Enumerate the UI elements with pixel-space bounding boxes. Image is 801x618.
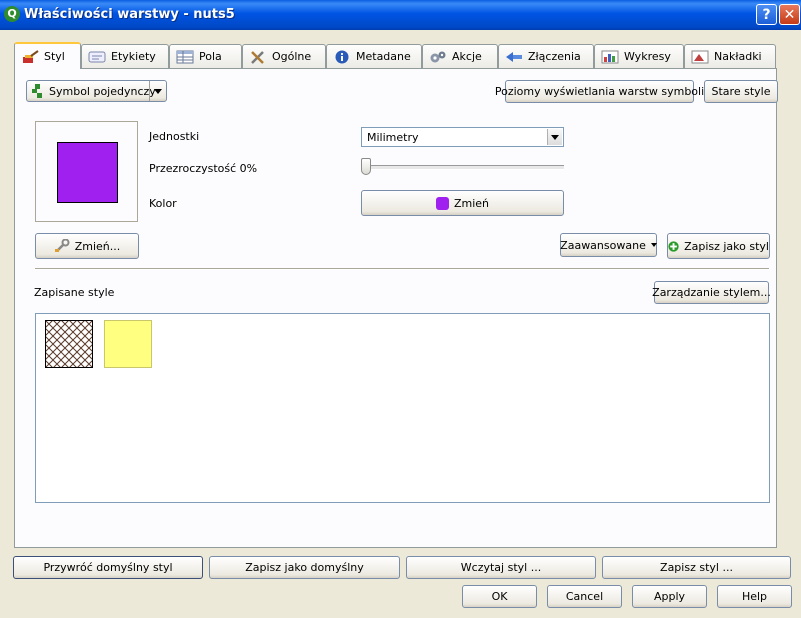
transparency-slider[interactable] [361, 157, 564, 177]
renderer-select[interactable]: Symbol pojedynczy [26, 80, 167, 102]
units-select[interactable]: Milimetry [361, 127, 564, 147]
close-button[interactable]: ✕ [779, 4, 800, 25]
tab-label: Ogólne [272, 50, 312, 63]
gears-icon [430, 51, 446, 62]
slider-track [363, 165, 564, 170]
tab-label: Wykresy [624, 50, 671, 63]
units-value: Milimetry [367, 131, 419, 144]
chevron-down-icon [149, 81, 166, 101]
chevron-down-icon [547, 129, 562, 145]
join-icon [506, 51, 522, 62]
old-style-button[interactable]: Stare style [704, 80, 778, 103]
tab-pola[interactable]: Pola [169, 44, 242, 68]
wrench-icon [54, 239, 70, 252]
tab-label: Metadane [356, 50, 411, 63]
overlay-icon [691, 50, 709, 63]
qgis-icon: Q [4, 6, 20, 22]
renderer-value: Symbol pojedynczy [49, 84, 156, 98]
saved-styles-label: Zapisane style [34, 286, 115, 299]
single-symbol-icon [32, 84, 42, 98]
window-title: Właściwości warstwy - nuts5 [24, 7, 235, 22]
change-button-label: Zmień... [74, 239, 121, 253]
label-icon [88, 51, 106, 62]
hatch-swatch [45, 320, 93, 368]
symbol-levels-button[interactable]: Poziomy wyświetlania warstw symboli [495, 80, 704, 103]
help-button[interactable]: Help [717, 585, 792, 608]
save-as-style-button[interactable]: Zapisz jako styl [667, 233, 770, 259]
color-swatch [435, 196, 449, 210]
tab-zlaczenia[interactable]: Złączenia [498, 44, 594, 68]
tab-label: Złączenia [528, 50, 581, 63]
table-icon [176, 50, 194, 63]
save-as-default-button[interactable]: Zapisz jako domyślny [209, 556, 400, 579]
tab-label: Pola [199, 50, 222, 63]
load-style-button[interactable]: Wczytaj styl ... [406, 556, 596, 579]
divider [35, 268, 769, 270]
color-button-label: Zmień [453, 196, 490, 210]
tab-label: Styl [44, 50, 65, 63]
symbol-preview-swatch [57, 142, 118, 203]
caret-down-icon [650, 243, 657, 247]
tab-etykiety[interactable]: Etykiety [81, 44, 169, 68]
info-icon [335, 50, 349, 63]
saved-styles-list[interactable] [35, 313, 770, 503]
restore-default-style-button[interactable]: Przywróć domyślny styl [13, 556, 203, 579]
chart-icon [601, 50, 619, 63]
change-symbol-button[interactable]: Zmień... [35, 233, 139, 259]
units-label: Jednostki [149, 130, 200, 143]
title-bar[interactable]: Q Właściwości warstwy - nuts5 ? ✕ [0, 0, 801, 30]
tab-label: Akcje [452, 50, 482, 63]
tab-akcje[interactable]: Akcje [422, 44, 498, 68]
saved-style-item[interactable] [45, 320, 93, 368]
cancel-button[interactable]: Cancel [547, 585, 622, 608]
add-icon [668, 240, 679, 252]
color-label: Kolor [149, 197, 177, 210]
manage-styles-button[interactable]: Zarządzanie stylem... [652, 281, 771, 304]
slider-handle[interactable] [361, 158, 371, 175]
advanced-button-label: Zaawansowane [560, 238, 646, 252]
tools-icon [251, 50, 264, 64]
transparency-label: Przezroczystość 0% [149, 162, 258, 175]
brush-icon [23, 49, 39, 63]
save-style-button[interactable]: Zapisz styl ... [602, 556, 791, 579]
symbol-preview [35, 121, 138, 222]
ok-button[interactable]: OK [462, 585, 537, 608]
saved-style-item[interactable] [104, 320, 152, 368]
save-as-style-label: Zapisz jako styl [684, 239, 769, 253]
tab-label: Etykiety [111, 50, 156, 63]
tab-bar: Styl Etykiety Pola Ogólne Metadane Akcje… [14, 42, 776, 69]
color-change-button[interactable]: Zmień [361, 190, 564, 216]
advanced-button[interactable]: Zaawansowane [560, 233, 657, 257]
tab-label: Nakładki [714, 50, 762, 63]
tab-nakladki[interactable]: Nakładki [684, 44, 776, 68]
help-title-button[interactable]: ? [756, 4, 777, 25]
tab-metadane[interactable]: Metadane [326, 44, 422, 68]
apply-button[interactable]: Apply [632, 585, 707, 608]
tab-styl[interactable]: Styl [14, 42, 81, 69]
tab-wykresy[interactable]: Wykresy [594, 44, 684, 68]
tab-ogolne[interactable]: Ogólne [242, 44, 326, 68]
